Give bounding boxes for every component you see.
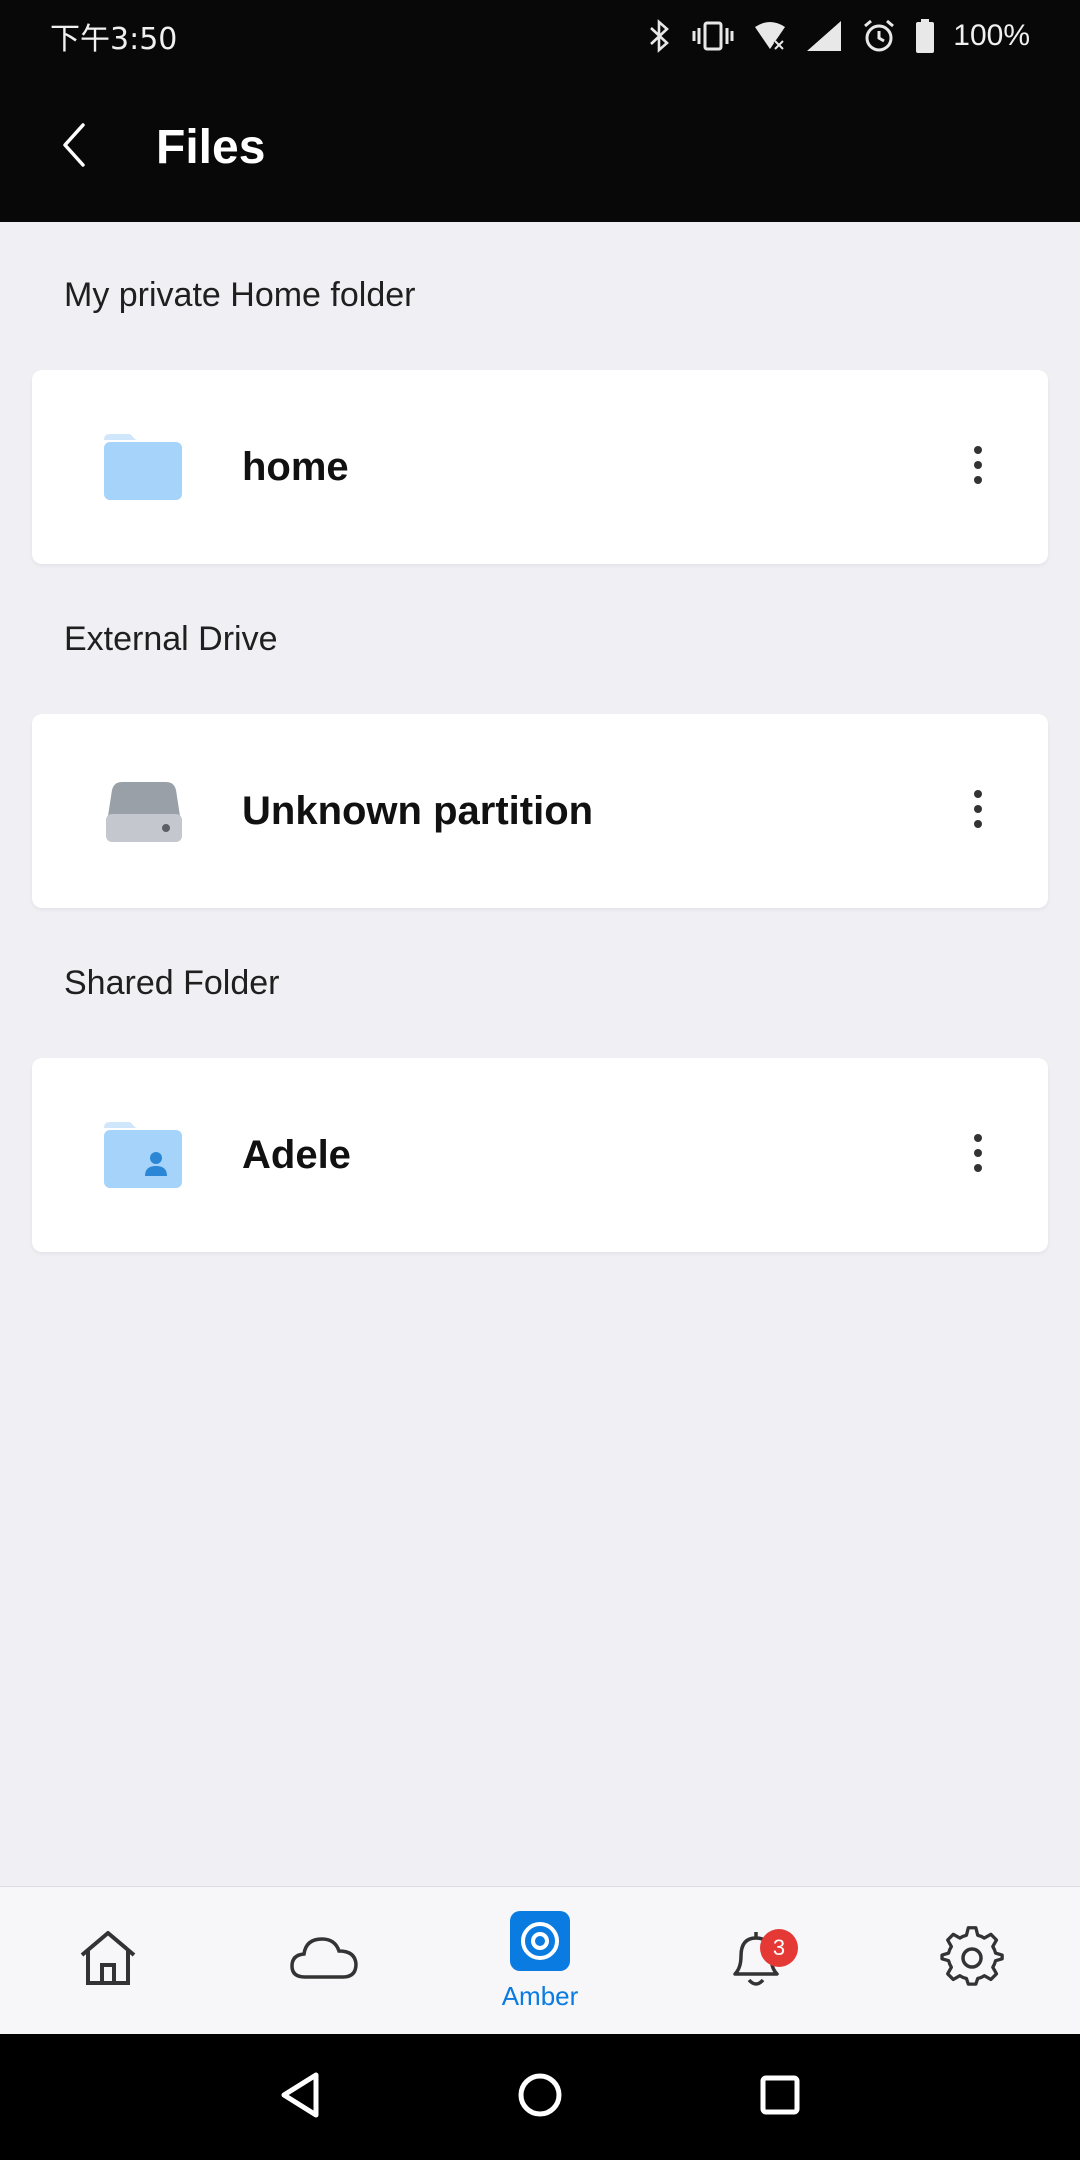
signal-icon	[805, 19, 843, 53]
status-bar: 下午3:50 100%	[0, 0, 1080, 72]
nav-settings[interactable]	[892, 1887, 1052, 2035]
more-options-button[interactable]	[948, 427, 1008, 507]
house-icon	[76, 1927, 140, 1994]
list-item-partition[interactable]: Unknown partition	[32, 714, 1048, 908]
gear-icon	[940, 1926, 1004, 1995]
app-bar: Files	[0, 72, 1080, 222]
page-title: Files	[156, 120, 266, 174]
nav-notifications[interactable]: 3	[676, 1887, 836, 2035]
status-time: 下午3:50	[50, 22, 178, 57]
more-options-button[interactable]	[948, 771, 1008, 851]
list-item-adele[interactable]: Adele	[32, 1058, 1048, 1252]
section-label-external: External Drive	[64, 620, 278, 658]
system-nav	[0, 2034, 1080, 2160]
triangle-back-icon	[278, 2071, 322, 2124]
shared-folder-icon	[102, 1116, 186, 1196]
item-name: Unknown partition	[242, 788, 594, 833]
section-label-shared: Shared Folder	[64, 964, 280, 1002]
item-name: home	[242, 444, 349, 489]
back-button[interactable]	[34, 107, 114, 187]
nav-home[interactable]	[28, 1887, 188, 2035]
circle-home-icon	[516, 2071, 564, 2124]
list-item-home[interactable]: home	[32, 370, 1048, 564]
system-back-button[interactable]	[260, 2057, 340, 2137]
folder-icon	[102, 428, 186, 508]
cloud-icon	[289, 1933, 359, 1988]
battery-percent: 100%	[953, 19, 1030, 52]
more-options-button[interactable]	[948, 1115, 1008, 1195]
more-vertical-icon	[972, 445, 984, 490]
more-vertical-icon	[972, 789, 984, 834]
vibrate-icon	[691, 19, 735, 53]
bottom-nav: Amber 3	[0, 1886, 1080, 2034]
chevron-left-icon	[59, 121, 89, 174]
status-icons: 100%	[647, 18, 1030, 54]
nav-cloud[interactable]	[244, 1887, 404, 2035]
bluetooth-icon	[647, 19, 673, 53]
system-home-button[interactable]	[500, 2057, 580, 2137]
section-label-home: My private Home folder	[64, 276, 416, 314]
nav-amber[interactable]: Amber	[460, 1887, 620, 2035]
system-recents-button[interactable]	[740, 2057, 820, 2137]
wifi-icon	[753, 19, 787, 53]
notification-badge: 3	[760, 1928, 798, 1967]
square-recents-icon	[758, 2073, 802, 2122]
battery-icon	[915, 19, 935, 53]
nav-label-amber: Amber	[501, 1980, 579, 2011]
amber-icon	[509, 1910, 571, 1977]
alarm-icon	[861, 18, 897, 54]
more-vertical-icon	[972, 1133, 984, 1178]
item-name: Adele	[242, 1132, 351, 1177]
drive-icon	[102, 772, 186, 852]
